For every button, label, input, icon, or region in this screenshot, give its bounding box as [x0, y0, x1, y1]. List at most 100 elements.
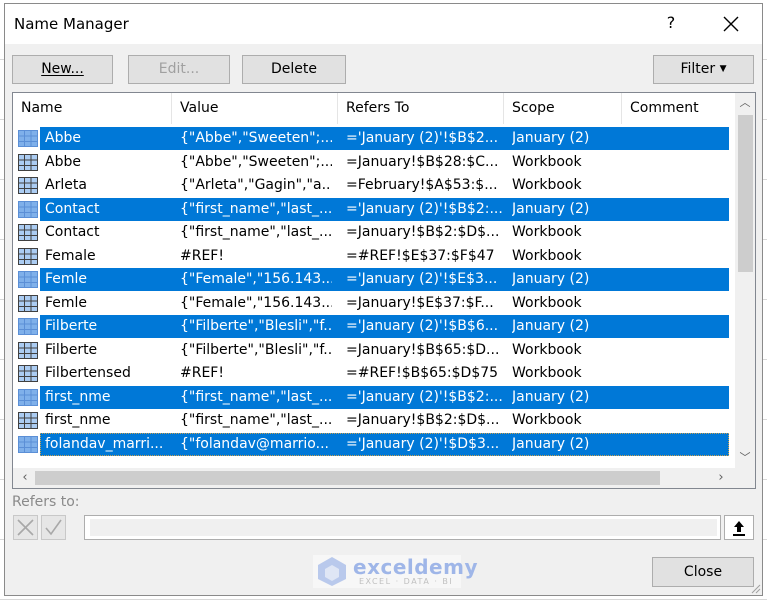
- delete-button[interactable]: Delete: [242, 55, 346, 84]
- named-range-table-icon: [18, 318, 38, 335]
- cancel-x-icon: [17, 519, 34, 536]
- cell-scope: January (2): [512, 388, 590, 405]
- cell-value: #REF!: [180, 247, 224, 264]
- cell-name: Arleta: [45, 177, 87, 193]
- table-row[interactable]: first_nme {"first_name","last_... =January…: [13, 409, 729, 432]
- cell-value: {"first_name","last_...: [180, 224, 332, 240]
- named-range-table-icon: [18, 177, 38, 194]
- watermark-tagline: EXCEL · DATA · BI: [359, 577, 454, 586]
- cell-scope: January (2): [512, 318, 590, 334]
- help-button[interactable]: ?: [661, 13, 681, 35]
- named-range-table-icon: [18, 153, 38, 171]
- column-header-value[interactable]: Value: [172, 93, 338, 124]
- cell-refers-to: =January!$B$2:$D$...: [346, 224, 500, 240]
- table-row[interactable]: Contact {"first_name","last_... =January!$…: [13, 221, 729, 244]
- close-button-label: Close: [683, 564, 723, 580]
- cell-value: {"first_name","last_...: [180, 388, 332, 405]
- cell-scope: Workbook: [512, 365, 582, 381]
- cancel-edit-button[interactable]: [13, 515, 38, 540]
- cell-refers-to: =January!$B$2:$D$...: [346, 412, 500, 428]
- cell-name: Filbertensed: [45, 365, 131, 381]
- column-header-comment[interactable]: Comment: [622, 93, 733, 124]
- table-row[interactable]: Abbe {"Abbe","Sweeten";... ='January (2)'!…: [13, 127, 729, 150]
- table-row[interactable]: Abbe {"Abbe","Sweeten";... =January!$B$28:…: [13, 151, 729, 174]
- dialog-title: Name Manager: [14, 15, 129, 33]
- resize-grip-icon[interactable]: [749, 582, 761, 594]
- vertical-scrollbar[interactable]: ︿ ﹀: [735, 93, 755, 468]
- close-icon[interactable]: [719, 12, 743, 36]
- named-range-table-icon: [18, 247, 38, 265]
- cell-scope: January (2): [512, 200, 590, 217]
- column-header-refers-to[interactable]: Refers To: [338, 93, 504, 124]
- named-range-table-icon: [18, 388, 38, 406]
- scroll-down-icon[interactable]: ﹀: [735, 448, 755, 468]
- table-row[interactable]: Female #REF! =#REF!$E$37:$F$47 Workbook: [13, 245, 729, 268]
- cell-scope: Workbook: [512, 412, 582, 428]
- table-row[interactable]: folandav_marri... {"folandav@marrio... ='J…: [13, 432, 729, 456]
- cell-refers-to: ='January (2)'!$B$6...: [346, 318, 499, 334]
- cell-name: folandav_marri...: [45, 435, 164, 452]
- scroll-right-icon[interactable]: ›: [711, 468, 731, 488]
- column-header-scope[interactable]: Scope: [504, 93, 622, 124]
- dropdown-arrow-icon: ▼: [719, 64, 727, 74]
- horizontal-scrollbar[interactable]: ‹ ›: [13, 468, 755, 488]
- cell-scope: Workbook: [512, 341, 582, 358]
- named-range-table-icon: [18, 341, 38, 359]
- cell-scope: Workbook: [512, 224, 582, 240]
- column-header-name[interactable]: Name: [13, 93, 172, 124]
- cell-name: Contact: [45, 200, 100, 217]
- new-button[interactable]: New...: [12, 55, 113, 84]
- cell-scope: Workbook: [512, 177, 582, 193]
- cell-value: {"first_name","last_...: [180, 412, 332, 428]
- named-range-table-icon: [18, 365, 38, 382]
- refers-to-label: Refers to:: [12, 494, 80, 510]
- table-row[interactable]: Filberte {"Filberte","Blesli","f... =Janua…: [13, 339, 729, 362]
- name-manager-dialog: Name Manager ? New... Edit... Delete Fil…: [4, 3, 763, 596]
- table-row[interactable]: Femle {"Female","156.143.... ='January (2)…: [13, 268, 729, 291]
- collapse-dialog-button[interactable]: [724, 515, 754, 540]
- table-row[interactable]: Filbertensed #REF! =#REF!$B$65:$D$75 Workbo…: [13, 362, 729, 385]
- cell-name: Abbe: [45, 153, 81, 170]
- named-range-table-icon: [18, 271, 38, 288]
- cell-value: {"Abbe","Sweeten";...: [180, 153, 332, 170]
- edit-button[interactable]: Edit...: [128, 55, 230, 84]
- cell-scope: Workbook: [512, 153, 582, 170]
- cell-scope: Workbook: [512, 247, 582, 264]
- names-list[interactable]: Name Value Refers To Scope Comment Abbe {…: [12, 92, 756, 489]
- named-range-table-icon: [18, 435, 38, 453]
- vertical-scroll-thumb[interactable]: [738, 115, 753, 272]
- horizontal-scroll-thumb[interactable]: [35, 471, 660, 485]
- named-range-table-icon: [18, 294, 38, 312]
- cell-name: Female: [45, 247, 96, 264]
- table-row[interactable]: Arleta {"Arleta","Gagin","a... =February!$…: [13, 174, 729, 197]
- cell-refers-to: ='January (2)'!$B$2...: [346, 130, 499, 146]
- watermark: exceldemy EXCEL · DATA · BI: [313, 555, 478, 588]
- cell-refers-to: =#REF!$B$65:$D$75: [346, 365, 499, 381]
- filter-button[interactable]: Filter ▼: [653, 55, 754, 84]
- named-range-table-icon: [18, 224, 38, 241]
- named-range-table-icon: [18, 200, 38, 218]
- cell-refers-to: =January!$B$28:$C...: [346, 153, 499, 170]
- scroll-left-icon[interactable]: ‹: [15, 468, 35, 488]
- table-row[interactable]: Contact {"first_name","last_... ='January …: [13, 197, 729, 221]
- delete-button-label: Delete: [271, 61, 317, 77]
- cell-name: Filberte: [45, 318, 98, 334]
- cell-value: {"Filberte","Blesli","f...: [180, 341, 332, 358]
- list-header: Name Value Refers To Scope Comment: [13, 93, 733, 124]
- accept-edit-button[interactable]: [41, 515, 66, 540]
- table-row[interactable]: Filberte {"Filberte","Blesli","f... ='Janu…: [13, 315, 729, 338]
- cell-name: Contact: [45, 224, 100, 240]
- named-range-table-icon: [18, 130, 38, 147]
- cell-name: Filberte: [45, 341, 98, 358]
- cell-refers-to: =February!$A$53:$...: [346, 177, 498, 193]
- exceldemy-logo-icon: [318, 557, 346, 586]
- table-row[interactable]: Femle {"Female","156.143.... =January!$E$3…: [13, 292, 729, 315]
- cell-value: #REF!: [180, 365, 224, 381]
- scroll-up-icon[interactable]: ︿: [735, 93, 755, 113]
- refers-to-input[interactable]: [84, 515, 721, 540]
- table-row[interactable]: first_nme {"first_name","last_... ='Januar…: [13, 385, 729, 409]
- cell-refers-to: ='January (2)'!$B$2:...: [346, 200, 502, 217]
- close-button[interactable]: Close: [652, 557, 754, 587]
- cell-value: {"folandav@marrio...: [180, 435, 329, 452]
- cell-name: Femle: [45, 271, 88, 287]
